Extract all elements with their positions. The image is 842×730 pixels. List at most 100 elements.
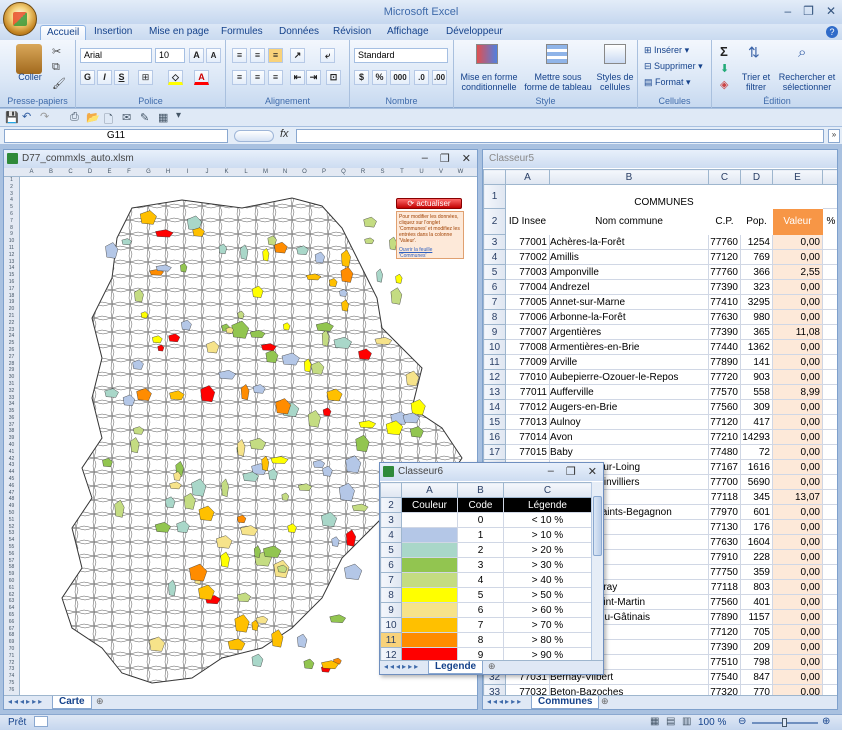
map-col-letter[interactable]: T [393,169,412,175]
cell-pop[interactable]: 5690 [740,474,773,490]
commune-shape[interactable] [251,653,264,667]
table-row[interactable]: 14 77012 Augers-en-Brie 77560 309 0,00 [483,399,837,415]
table-row[interactable]: 10 77008 Armentières-en-Brie 77440 1362 0,00 [483,339,837,355]
cell-cp[interactable]: 77320 [708,684,741,695]
cell-extra[interactable] [822,339,837,355]
formula-input[interactable] [296,129,824,143]
zoom-in-icon[interactable]: ⊕ [822,716,830,727]
legend-row[interactable]: 3 0 < 10 % [380,512,591,528]
row-header[interactable]: 14 [483,399,506,415]
map-col-letter[interactable]: W [451,169,470,175]
increase-indent-icon[interactable]: ⇥ [306,70,321,85]
cell-pop[interactable]: 769 [740,249,773,265]
map-col-letter[interactable]: U [412,169,431,175]
cell-id[interactable]: 77001 [505,234,550,250]
map-row-number[interactable]: 56 [4,551,19,558]
print-preview-icon[interactable]: ⎙ [70,111,79,124]
map-row-number[interactable]: 32 [4,388,19,395]
cell-name[interactable]: Baby [549,444,709,460]
map-row-number[interactable]: 52 [4,524,19,531]
align-right-icon[interactable]: ≡ [268,70,283,85]
find-select-button[interactable]: Rechercher et sélectionner [774,72,840,92]
map-row-number[interactable]: 45 [4,476,19,483]
cell-cp[interactable]: 77560 [708,399,741,415]
map-row-number[interactable]: 68 [4,632,19,639]
sort-filter-icon[interactable]: ⇅ [748,44,766,64]
minimize-icon[interactable]: – [422,152,428,165]
row-header[interactable]: 17 [483,444,506,460]
cell-cp[interactable]: 77390 [708,279,741,295]
table-row[interactable]: 5 77003 Amponville 77760 366 2,55 [483,264,837,280]
paste-icon[interactable] [16,44,42,74]
cell-legend[interactable]: > 30 % [503,557,591,573]
cell-pop[interactable]: 309 [740,399,773,415]
cell-cp[interactable]: 77120 [708,624,741,640]
cell-code[interactable]: 8 [457,632,504,648]
cell-pop[interactable]: 1604 [740,534,773,550]
legend-row[interactable]: 9 6 > 60 % [380,602,591,618]
map-row-number[interactable]: 55 [4,544,19,551]
cell-name[interactable]: Amponville [549,264,709,280]
clear-icon[interactable]: ◈ [720,78,728,91]
cell-pop[interactable]: 14293 [740,429,773,445]
cell-cp[interactable]: 77970 [708,504,741,520]
cell-pop[interactable]: 401 [740,594,773,610]
restore-icon[interactable]: ❐ [440,152,450,165]
conditional-format-icon[interactable] [476,44,498,64]
cell-cp[interactable]: 77118 [708,489,741,505]
row-header[interactable]: 15 [483,414,506,430]
cell-pop[interactable]: 798 [740,654,773,670]
cell-value[interactable]: 0,00 [772,534,823,550]
cell-value[interactable]: 0,00 [772,249,823,265]
map-row-number[interactable]: 72 [4,660,19,667]
row-header[interactable]: 5 [483,264,506,280]
borders-icon[interactable]: ⊞ [138,70,153,85]
map-row-number[interactable]: 24 [4,333,19,340]
cell-code[interactable]: 2 [457,542,504,558]
close-icon[interactable]: ✕ [826,4,836,18]
cell-pop[interactable]: 3295 [740,294,773,310]
map-row-number[interactable]: 2 [4,184,19,191]
increase-decimal-icon[interactable]: .0 [414,70,429,85]
cell-cp[interactable]: 77890 [708,609,741,625]
cell-value[interactable]: 0,00 [772,579,823,595]
office-button[interactable] [3,2,37,36]
row-header[interactable]: 5 [380,542,402,558]
tab-insertion[interactable]: Insertion [88,25,138,40]
legend-row[interactable]: 6 3 > 30 % [380,557,591,573]
row-header[interactable]: 11 [483,354,506,370]
cell-extra[interactable] [822,534,837,550]
map-row-number[interactable]: 61 [4,585,19,592]
cell-styles-icon[interactable] [604,44,626,64]
cell-extra[interactable] [822,594,837,610]
table-row[interactable]: 12 77010 Aubepierre-Ozouer-le-Repos 77720 90… [483,369,837,385]
autosum-icon[interactable]: Σ [720,44,728,59]
cell-value[interactable]: 0,00 [772,339,823,355]
legend-vertical-scrollbar[interactable] [591,482,603,660]
cell-cp[interactable]: 77720 [708,369,741,385]
cell-pop[interactable]: 847 [740,669,773,685]
row-header[interactable]: 8 [380,587,402,603]
cell-extra[interactable] [822,279,837,295]
map-row-number[interactable]: 35 [4,408,19,415]
cell-value[interactable]: 0,00 [772,564,823,580]
map-row-number[interactable]: 20 [4,306,19,313]
redo-icon[interactable]: ↷ [40,110,49,123]
cell-pop[interactable]: 323 [740,279,773,295]
cell-name[interactable]: Aubepierre-Ozouer-le-Repos [549,369,709,385]
cell-cp[interactable]: 77210 [708,429,741,445]
view-page-layout-icon[interactable]: ▤ [666,716,675,727]
currency-icon[interactable]: $ [354,70,369,85]
cell-value[interactable]: 0,00 [772,684,823,695]
new-sheet-icon[interactable]: ⊕ [488,661,496,672]
map-row-number[interactable]: 3 [4,191,19,198]
cell-value[interactable]: 0,00 [772,609,823,625]
sheet-tab-communes[interactable]: Communes [531,696,600,709]
cell-cp[interactable]: 77760 [708,264,741,280]
restore-icon[interactable]: ❐ [566,465,576,478]
cell-name[interactable]: Aufferville [549,384,709,400]
table-row[interactable]: 15 77013 Aulnoy 77120 417 0,00 [483,414,837,430]
map-row-number[interactable]: 74 [4,673,19,680]
map-col-letter[interactable]: I [178,169,197,175]
cell-id[interactable]: 77010 [505,369,550,385]
